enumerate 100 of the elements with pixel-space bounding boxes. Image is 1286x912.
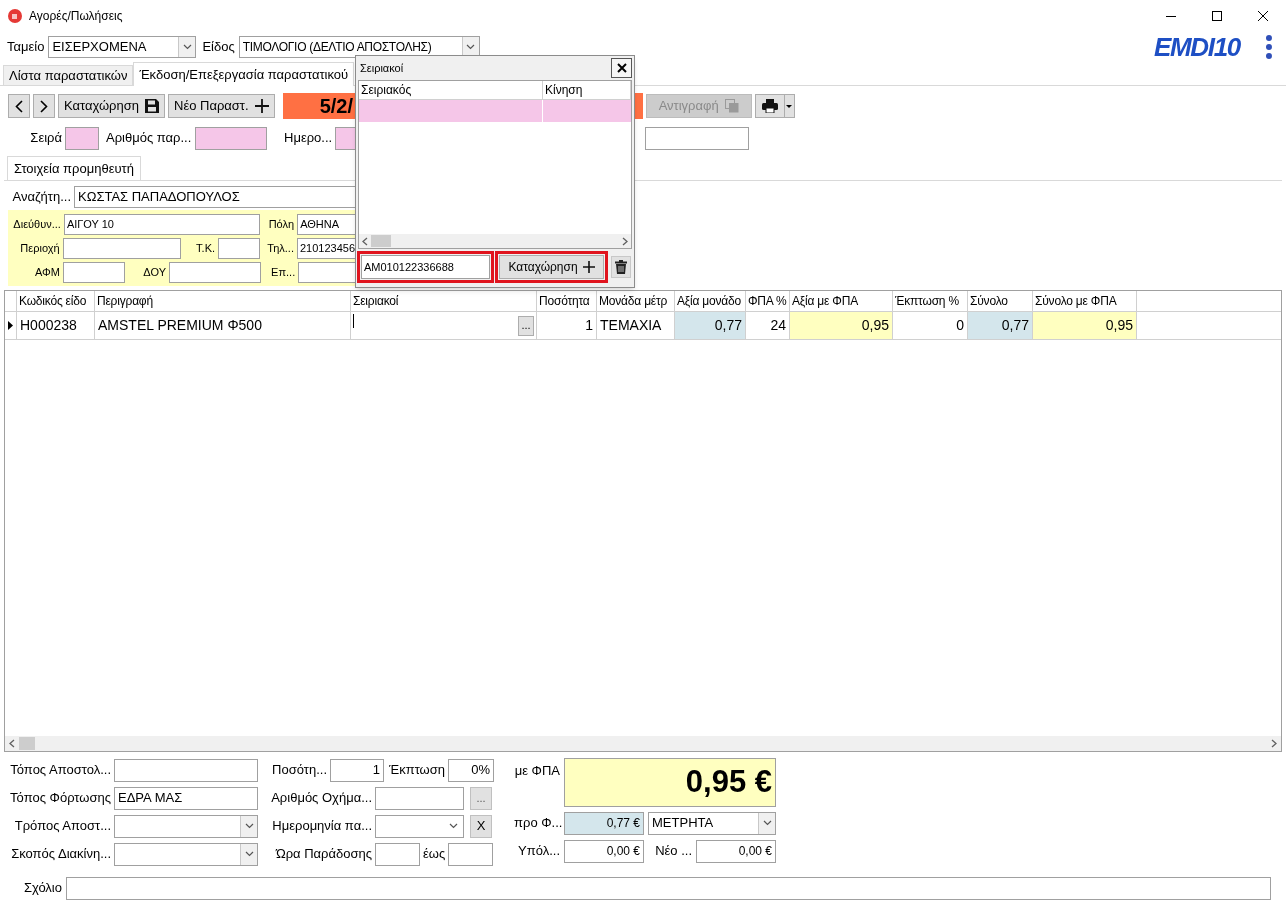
column-header[interactable]: Κίνηση: [543, 81, 631, 99]
column-header[interactable]: Σειριακός: [359, 81, 543, 99]
field-label: Τόπος Φόρτωσης: [9, 789, 111, 808]
field-label: Σκοπός Διακίνη...: [10, 845, 111, 864]
dropdown[interactable]: ΕΙΣΕΡΧΟΜΕΝΑ: [48, 36, 197, 58]
field-label: ΑΦΜ: [33, 264, 60, 280]
text-field[interactable]: [645, 126, 749, 150]
column-header[interactable]: Αξία μονάδο: [675, 291, 746, 311]
save-icon: [145, 99, 159, 113]
field-label: Επ...: [270, 264, 296, 280]
text-field[interactable]: [375, 786, 464, 810]
dropdown[interactable]: ΤΙΜΟΛΟΓΙΟ (ΔΕΛΤΙΟ ΑΠΟΣΤΟΛΗΣ): [238, 36, 480, 58]
chevron-down-icon: [466, 44, 476, 50]
column-header[interactable]: Αξία με ΦΠΑ: [790, 291, 893, 311]
text-field[interactable]: [448, 842, 494, 866]
clear-button[interactable]: X: [470, 814, 492, 838]
column-header[interactable]: Σύνολο: [968, 291, 1033, 311]
chevron-left-icon: [15, 99, 23, 113]
close-icon: [1258, 11, 1268, 21]
tab[interactable]: Λίστα παραστατικών: [3, 65, 134, 85]
column-header[interactable]: Μονάδα μέτρ: [597, 291, 675, 311]
column-header[interactable]: Σύνολο με ΦΠΑ: [1033, 291, 1137, 311]
text-field[interactable]: ΑΙΓΟΥ 10: [63, 213, 260, 235]
delete-button[interactable]: [611, 256, 631, 278]
field-label: έως: [423, 845, 446, 864]
tab[interactable]: Έκδοση/Επεξεργασία παραστατικού: [133, 62, 355, 86]
field-label: Υπόλ...: [517, 842, 561, 861]
add-button[interactable]: Καταχώρηση: [499, 255, 604, 279]
text-field[interactable]: [169, 261, 262, 283]
field-label: Πόλη: [267, 216, 295, 232]
field-label: Ταμείο: [7, 38, 45, 57]
table-cell: 0,95: [1033, 312, 1137, 339]
column-header[interactable]: Περιγραφή: [95, 291, 351, 311]
text-field[interactable]: 0,00 €: [696, 839, 777, 863]
field-label: Τ.Κ.: [195, 240, 216, 256]
table-cell: 0,95: [790, 312, 893, 339]
column-header[interactable]: Σειριακοί: [351, 291, 537, 311]
field-label: ΔΟΥ: [142, 264, 166, 280]
comment-field[interactable]: [66, 876, 1271, 900]
serial-input[interactable]: AM010122336688: [357, 251, 494, 283]
text-field[interactable]: [298, 261, 358, 283]
chevron-down-icon: [244, 851, 254, 857]
maximize-icon: [1212, 11, 1222, 21]
text-field[interactable]: ΑΘΗΝΑ: [297, 213, 358, 235]
text-field[interactable]: 0,77 €: [564, 811, 645, 835]
field-label: Διεύθυν...: [12, 216, 61, 232]
chevron-down-icon: [762, 820, 772, 826]
date-picker[interactable]: [375, 814, 464, 838]
table-cell: 1: [537, 312, 597, 339]
more-icon[interactable]: [1266, 35, 1272, 59]
tab[interactable]: Στοιχεία προμηθευτή: [7, 156, 141, 180]
text-field[interactable]: [195, 126, 267, 150]
next-button[interactable]: [33, 94, 55, 118]
column-header[interactable]: Ποσότητα: [537, 291, 597, 311]
column-header[interactable]: Έκπτωση %: [893, 291, 968, 311]
text-field[interactable]: [375, 842, 420, 866]
dropdown[interactable]: [114, 814, 258, 838]
field-label: Αναζήτη...: [11, 188, 71, 207]
save-button[interactable]: Καταχώρηση: [58, 94, 165, 118]
close-button[interactable]: [611, 58, 632, 78]
text-field[interactable]: 210123456: [296, 237, 358, 259]
text-field[interactable]: 0%: [448, 758, 495, 782]
text-field[interactable]: 0,00 €: [564, 839, 645, 863]
horizontal-scrollbar[interactable]: [5, 736, 1281, 751]
horizontal-scrollbar[interactable]: [359, 234, 631, 248]
table-cell: H000238: [17, 312, 95, 339]
field-label: Νέο ...: [654, 842, 693, 861]
text-field[interactable]: [114, 758, 258, 782]
copy-icon: [724, 99, 739, 113]
caret-icon: [786, 104, 793, 108]
browse-button[interactable]: ...: [518, 315, 534, 336]
previous-button[interactable]: [8, 94, 30, 118]
field-label: Σειρά: [29, 129, 62, 148]
text-field[interactable]: [65, 126, 99, 150]
text-field[interactable]: 1: [330, 758, 384, 782]
text-field[interactable]: ΕΔΡΑ ΜΑΣ: [114, 786, 258, 810]
field-label: με ΦΠΑ: [514, 762, 561, 780]
text-field[interactable]: [62, 261, 125, 283]
dropdown[interactable]: ΜΕΤΡΗΤΑ: [648, 811, 777, 835]
close-icon: [616, 63, 627, 73]
field-label: Περιοχή: [19, 240, 60, 256]
column-header[interactable]: Κωδικός είδο: [17, 291, 95, 311]
dropdown[interactable]: [114, 842, 258, 866]
text-field[interactable]: [218, 237, 261, 259]
field-label: Τηλ...: [266, 240, 294, 256]
field-label: Ημερομηνία πα...: [271, 817, 372, 836]
minimize-icon: [1166, 15, 1176, 17]
browse-button[interactable]: ...: [470, 786, 492, 810]
text-field[interactable]: [62, 237, 182, 259]
new-document-button[interactable]: Νέο Παραστ.: [168, 94, 275, 118]
field-label: Αριθμός Οχήμα...: [270, 789, 372, 808]
app-icon: [8, 9, 22, 23]
scrollbar-thumb[interactable]: [371, 235, 391, 247]
column-header[interactable]: ΦΠΑ %: [746, 291, 790, 311]
field-label: Ώρα Παράδοσης: [274, 845, 372, 864]
chevron-right-icon: [40, 99, 48, 113]
table-cell[interactable]: ...: [351, 312, 537, 339]
field-label: Ποσότη...: [271, 761, 327, 780]
scrollbar-thumb[interactable]: [19, 737, 35, 750]
print-button[interactable]: [754, 94, 795, 118]
